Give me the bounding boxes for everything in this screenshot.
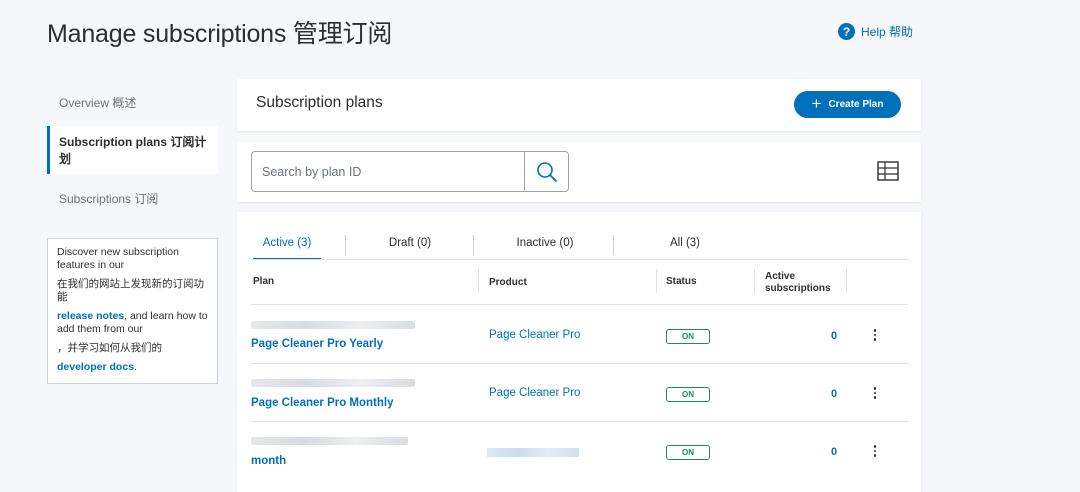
tab-divider xyxy=(473,235,474,255)
status-badge: ON xyxy=(666,445,710,460)
help-label: Help 帮助 xyxy=(861,25,914,39)
sidebar-item-subscriptions[interactable]: Subscriptions 订阅 xyxy=(47,176,218,220)
sidebar-item-subscription-plans[interactable]: Subscription plans 订阅计划 xyxy=(47,126,218,174)
table-row: Page Cleaner Pro Yearly Page Cleaner Pro… xyxy=(251,306,908,364)
promo-paragraph: release notes, and learn how to add them… xyxy=(57,310,208,336)
status-badge: ON xyxy=(666,329,710,344)
plans-table-card: Active (3) Draft (0) Inactive (0) All (3… xyxy=(237,212,921,492)
plan-name-link[interactable]: month xyxy=(251,455,286,467)
tab-all[interactable]: All (3) xyxy=(655,230,715,260)
create-plan-button[interactable]: + Create Plan xyxy=(794,91,901,118)
plus-icon: + xyxy=(811,94,822,113)
promo-paragraph: developer docs. xyxy=(57,361,208,374)
tab-inactive[interactable]: Inactive (0) xyxy=(505,230,585,260)
table-row: Page Cleaner Pro Monthly Page Cleaner Pr… xyxy=(251,364,908,422)
developer-docs-link[interactable]: developer docs xyxy=(57,361,134,373)
create-plan-label: Create Plan xyxy=(828,99,884,110)
column-header-product[interactable]: Product xyxy=(489,277,527,289)
promo-text-cn: 在我们的网站上发现新的订阅功能 xyxy=(57,278,204,303)
search-button[interactable] xyxy=(524,151,569,192)
table-row: month ON 0 xyxy=(251,422,908,480)
table-view-icon[interactable] xyxy=(877,161,899,181)
more-actions-icon[interactable] xyxy=(868,326,882,344)
table-header: Plan Product Status Active subscriptions xyxy=(251,260,908,305)
search-input[interactable] xyxy=(251,151,525,192)
plan-name-link[interactable]: Page Cleaner Pro Yearly xyxy=(251,338,383,350)
sidebar-item-overview[interactable]: Overview 概述 xyxy=(47,80,218,124)
plans-header-card: Subscription plans + Create Plan xyxy=(237,79,921,131)
active-subscriptions-count[interactable]: 0 xyxy=(831,330,837,342)
tab-draft[interactable]: Draft (0) xyxy=(375,230,445,260)
column-header-status[interactable]: Status xyxy=(666,276,697,288)
column-divider xyxy=(478,269,479,293)
more-actions-icon[interactable] xyxy=(868,384,882,402)
column-header-plan[interactable]: Plan xyxy=(253,276,274,288)
question-circle-icon: ? xyxy=(838,23,855,40)
column-divider xyxy=(656,269,657,293)
promo-period: . xyxy=(134,361,137,373)
plan-name-link[interactable]: Page Cleaner Pro Monthly xyxy=(251,397,394,409)
help-link[interactable]: ? Help 帮助 xyxy=(838,23,913,40)
column-header-active-subscriptions[interactable]: Active subscriptions xyxy=(765,271,845,295)
status-badge: ON xyxy=(666,387,710,402)
tab-divider xyxy=(345,235,346,255)
redacted-product xyxy=(487,448,579,457)
promo-box: Discover new subscription features in ou… xyxy=(47,238,218,384)
search-card xyxy=(237,142,921,202)
redacted-plan-id xyxy=(251,437,408,445)
redacted-plan-id xyxy=(251,321,415,329)
column-divider xyxy=(846,269,847,293)
tab-divider xyxy=(613,235,614,255)
status-tabs: Active (3) Draft (0) Inactive (0) All (3… xyxy=(251,230,908,260)
more-actions-icon[interactable] xyxy=(868,442,882,460)
page-title: Manage subscriptions 管理订阅 xyxy=(47,20,393,48)
promo-text: Discover new subscription features in ou… xyxy=(57,246,179,271)
active-subscriptions-count[interactable]: 0 xyxy=(831,446,837,458)
release-notes-link[interactable]: release notes xyxy=(57,310,124,322)
sidebar: Overview 概述 Subscription plans 订阅计划 Subs… xyxy=(47,80,218,384)
promo-text-cn: ，并学习如何从我们的 xyxy=(57,342,162,354)
active-subscriptions-count[interactable]: 0 xyxy=(831,388,837,400)
product-link[interactable]: Page Cleaner Pro xyxy=(489,329,580,341)
search-icon xyxy=(536,161,557,182)
section-title: Subscription plans xyxy=(256,94,383,111)
tab-active[interactable]: Active (3) xyxy=(253,230,321,260)
redacted-plan-id xyxy=(251,379,415,387)
column-divider xyxy=(754,269,755,293)
product-link[interactable]: Page Cleaner Pro xyxy=(489,387,580,399)
